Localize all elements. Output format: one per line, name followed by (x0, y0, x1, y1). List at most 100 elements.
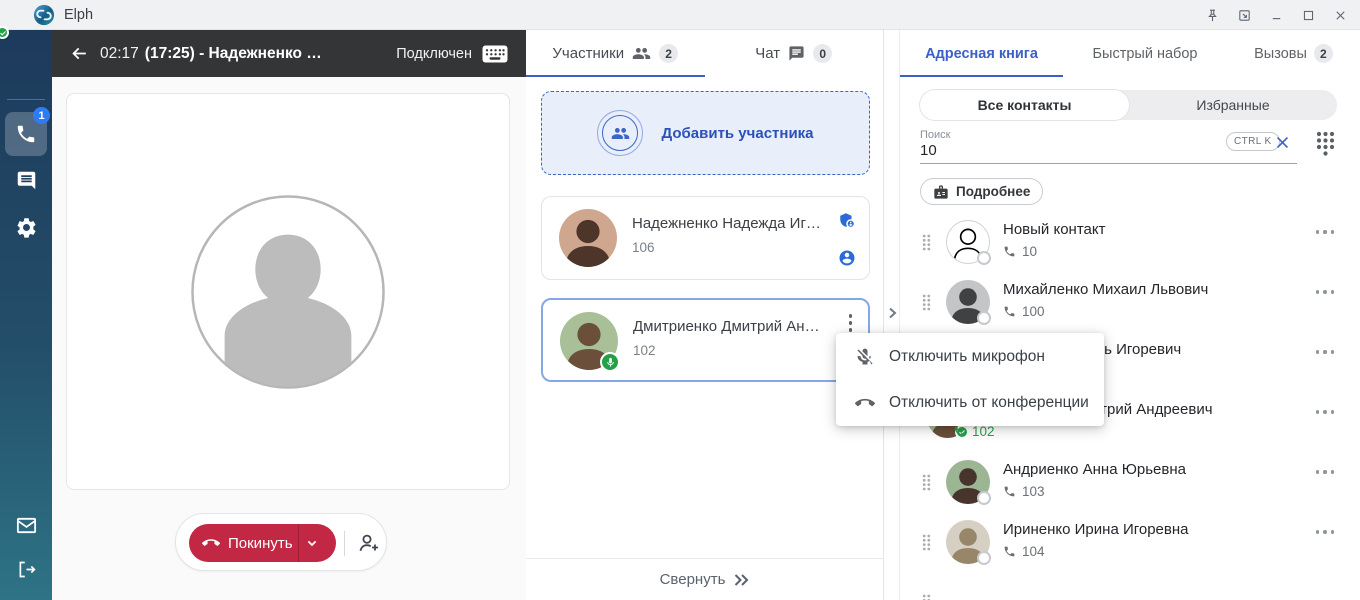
keyboard-icon[interactable] (482, 45, 508, 63)
contact-avatar (946, 520, 990, 564)
sidebar-item-logout[interactable] (5, 547, 47, 591)
pin-icon[interactable] (1205, 8, 1220, 23)
contact-menu-kebab-icon[interactable] (1316, 230, 1335, 234)
segment-all-contacts[interactable]: Все контакты (920, 90, 1129, 120)
participant-card-selected[interactable]: Дмитриенко Дмитрий Ан… 102 (541, 298, 870, 382)
participants-tabs: Участники 2 Чат 0 (526, 30, 883, 77)
sidebar-item-chat[interactable] (5, 158, 47, 202)
close-icon[interactable] (1333, 8, 1348, 23)
drag-handle-icon[interactable] (922, 294, 931, 311)
segment-favorites-label: Избранные (1196, 97, 1269, 113)
phone-icon (1003, 485, 1016, 498)
collapse-label: Свернуть (660, 571, 726, 588)
titlebar: Elph (0, 0, 1360, 30)
search-underline (920, 163, 1297, 164)
mic-on-badge-icon (600, 352, 620, 372)
call-elapsed-time: 02:17 (100, 45, 139, 63)
contact-name: Михайленко Михаил Львович (1003, 281, 1208, 298)
contact-menu-kebab-icon[interactable] (1316, 350, 1335, 354)
participant-name: Надежненко Надежда Иг… (632, 215, 821, 232)
segment-favorites[interactable]: Избранные (1129, 90, 1337, 120)
tab-participants[interactable]: Участники 2 (526, 30, 705, 77)
contact-menu-kebab-icon[interactable] (1316, 410, 1335, 414)
status-badge (977, 251, 991, 265)
search-shortcut-badge: CTRL K (1226, 132, 1280, 151)
menu-item-mute-microphone[interactable]: Отключить микрофон (836, 334, 1104, 380)
dock-icon[interactable] (1237, 8, 1252, 23)
tab-chat[interactable]: Чат 0 (705, 30, 884, 77)
clear-search-icon[interactable] (1274, 134, 1291, 151)
participant-role-icons (838, 211, 856, 267)
tab-calls-label: Вызовы (1254, 46, 1307, 62)
contact-name: Ириненко Ирина Игоревна (1003, 521, 1189, 538)
sidebar-item-mail[interactable] (5, 503, 47, 547)
segment-all-contacts-label: Все контакты (978, 97, 1072, 113)
details-button[interactable]: Подробнее (920, 178, 1043, 205)
phone-icon (1003, 545, 1016, 558)
contact-menu-kebab-icon[interactable] (1316, 290, 1335, 294)
leave-call-button[interactable]: Покинуть (189, 524, 336, 562)
contact-row[interactable]: Петренко Пётр Петрович (900, 572, 1360, 600)
drag-handle-icon[interactable] (922, 534, 931, 551)
contact-avatar (946, 220, 990, 264)
participant-card[interactable]: Надежненко Надежда Иг… 106 (541, 196, 870, 280)
sidebar: 1 (0, 30, 52, 600)
participants-footer-divider (526, 558, 883, 559)
tab-calls[interactable]: Вызовы 2 (1227, 30, 1360, 77)
people-icon (632, 44, 651, 63)
menu-item-disconnect[interactable]: Отключить от конференции (836, 380, 1104, 426)
add-participant-icon (597, 110, 643, 156)
calls-count-badge: 1 (33, 107, 50, 124)
contact-number: 103 (1022, 484, 1045, 499)
contact-row[interactable]: Новый контакт 10 (900, 212, 1360, 272)
sidebar-item-calls[interactable]: 1 (5, 112, 47, 156)
chevron-down-icon[interactable] (304, 535, 320, 551)
call-end-icon (855, 393, 875, 413)
video-area (66, 93, 510, 490)
add-participant-button[interactable]: Добавить участника (541, 91, 870, 175)
search-input[interactable]: 10 (920, 142, 937, 159)
tab-speed-dial[interactable]: Быстрый набор (1063, 30, 1227, 77)
contact-phone: 104 (1003, 544, 1045, 559)
participant-avatar (559, 209, 617, 267)
drag-handle-icon[interactable] (922, 234, 931, 251)
call-controls: Покинуть (175, 513, 387, 571)
tab-participants-label: Участники (552, 45, 624, 62)
menu-item-mute-label: Отключить микрофон (889, 348, 1045, 366)
leave-split-divider (298, 524, 299, 562)
participant-menu-kebab-icon[interactable] (849, 314, 853, 332)
contact-row[interactable]: Михайленко Михаил Львович 100 (900, 272, 1360, 332)
contact-avatar (946, 460, 990, 504)
chat-icon (16, 170, 37, 191)
add-participant-icon-button[interactable] (357, 531, 381, 555)
contact-number: 102 (972, 424, 995, 439)
contact-number: 10 (1022, 244, 1037, 259)
contact-menu-kebab-icon[interactable] (1316, 470, 1335, 474)
minimize-icon[interactable] (1269, 8, 1284, 23)
call-panel: 02:17 (17:25) - Надежненко … Подключен П… (52, 30, 526, 600)
participant-name: Дмитриенко Дмитрий Ан… (633, 318, 820, 335)
call-end-icon (202, 534, 220, 552)
contact-row[interactable]: Ириненко Ирина Игоревна 104 (900, 512, 1360, 572)
back-arrow-icon[interactable] (70, 44, 89, 63)
contact-menu-kebab-icon[interactable] (1316, 530, 1335, 534)
chevron-right-icon[interactable] (887, 306, 898, 320)
app-logo-icon (33, 4, 55, 26)
dialpad-icon[interactable] (1316, 131, 1335, 156)
menu-item-disconnect-label: Отключить от конференции (889, 394, 1089, 412)
account-circle-icon[interactable] (838, 249, 856, 267)
participant-number: 106 (632, 240, 655, 255)
contact-row[interactable]: Андриенко Анна Юрьевна 103 (900, 452, 1360, 512)
chat-count-badge: 0 (813, 44, 832, 63)
mail-icon (15, 514, 38, 537)
maximize-icon[interactable] (1301, 8, 1316, 23)
collapse-panel-button[interactable]: Свернуть (526, 571, 883, 588)
sidebar-item-settings[interactable] (5, 205, 47, 249)
drag-handle-icon[interactable] (922, 594, 931, 600)
status-badge (977, 311, 991, 325)
contact-phone: 103 (1003, 484, 1045, 499)
tab-address-book[interactable]: Адресная книга (900, 30, 1063, 77)
contacts-segmented-control: Все контакты Избранные (920, 90, 1337, 120)
drag-handle-icon[interactable] (922, 474, 931, 491)
shield-admin-icon[interactable] (838, 211, 856, 229)
